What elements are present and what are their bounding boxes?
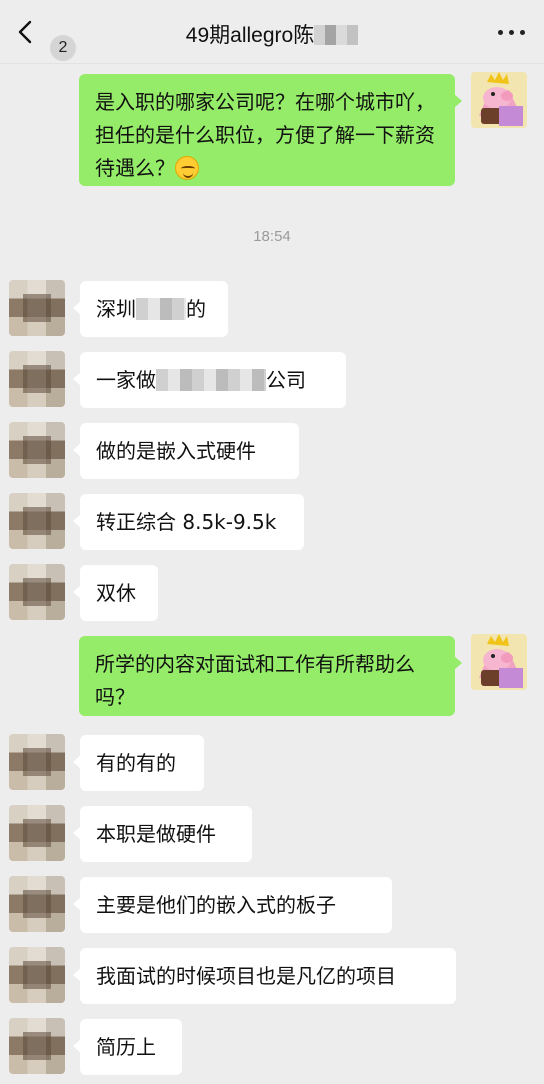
chat-title-text: 49期allegro陈 <box>185 24 315 47</box>
message-text: 做的是嵌入式硬件 <box>96 439 256 463</box>
message-text: 有的有的 <box>96 751 176 775</box>
message-bubble-incoming[interactable]: 一家做 公司 <box>73 352 346 408</box>
message-text: 简历上 <box>96 1035 156 1059</box>
my-avatar[interactable] <box>471 634 527 690</box>
contact-avatar[interactable] <box>9 351 65 407</box>
chat-title: 49期allegro陈 <box>0 19 544 49</box>
message-text: 的 <box>186 297 206 321</box>
my-avatar[interactable] <box>471 72 527 128</box>
message-text: 我面试的时候项目也是凡亿的项目 <box>96 964 396 988</box>
contact-avatar[interactable] <box>9 493 65 549</box>
message-bubble-incoming[interactable]: 我面试的时候项目也是凡亿的项目 <box>73 948 456 1004</box>
peppa-icon <box>471 634 527 690</box>
contact-avatar[interactable] <box>9 564 65 620</box>
message-bubble-incoming[interactable]: 主要是他们的嵌入式的板子 <box>73 877 392 933</box>
contact-avatar[interactable] <box>9 1018 65 1074</box>
message-bubble-incoming[interactable]: 有的有的 <box>73 735 204 791</box>
smile-emoji-icon <box>175 156 199 180</box>
more-dot-icon <box>498 30 503 35</box>
contact-avatar[interactable] <box>9 280 65 336</box>
message-bubble-incoming[interactable]: 双休 <box>73 565 158 621</box>
timestamp: 18:54 <box>253 228 291 245</box>
redaction-mask <box>156 369 266 391</box>
message-text: 所学的内容对面试和工作有所帮助么吗？ <box>95 652 415 709</box>
message-text: 深圳 <box>96 297 136 321</box>
message-bubble-incoming[interactable]: 本职是做硬件 <box>73 806 252 862</box>
contact-avatar[interactable] <box>9 422 65 478</box>
more-options-button[interactable] <box>496 22 528 42</box>
message-text: 本职是做硬件 <box>96 822 216 846</box>
peppa-icon <box>471 72 527 128</box>
message-text: 一家做 <box>96 368 156 392</box>
redaction-mask <box>136 298 186 320</box>
contact-avatar[interactable] <box>9 734 65 790</box>
message-bubble-outgoing[interactable]: 所学的内容对面试和工作有所帮助么吗？ <box>79 636 462 716</box>
message-text: 双休 <box>96 581 136 605</box>
more-dot-icon <box>509 30 514 35</box>
message-bubble-incoming[interactable]: 简历上 <box>73 1019 182 1075</box>
message-bubble-outgoing[interactable]: 是入职的哪家公司呢？在哪个城市吖，担任的是什么职位，方便了解一下薪资待遇么？ <box>79 74 462 186</box>
message-text: 主要是他们的嵌入式的板子 <box>96 893 336 917</box>
message-text: 转正综合 8.5k-9.5k <box>96 510 277 534</box>
message-bubble-incoming[interactable]: 做的是嵌入式硬件 <box>73 423 299 479</box>
message-text: 公司 <box>266 368 306 392</box>
redaction-mask <box>314 25 359 45</box>
chat-header: 2 49期allegro陈 <box>0 0 544 64</box>
contact-avatar[interactable] <box>9 876 65 932</box>
message-bubble-incoming[interactable]: 深圳 的 <box>73 281 228 337</box>
contact-avatar[interactable] <box>9 947 65 1003</box>
message-bubble-incoming[interactable]: 转正综合 8.5k-9.5k <box>73 494 304 550</box>
message-text: 是入职的哪家公司呢？在哪个城市吖，担任的是什么职位，方便了解一下薪资待遇么？ <box>95 90 435 180</box>
more-dot-icon <box>520 30 525 35</box>
contact-avatar[interactable] <box>9 805 65 861</box>
